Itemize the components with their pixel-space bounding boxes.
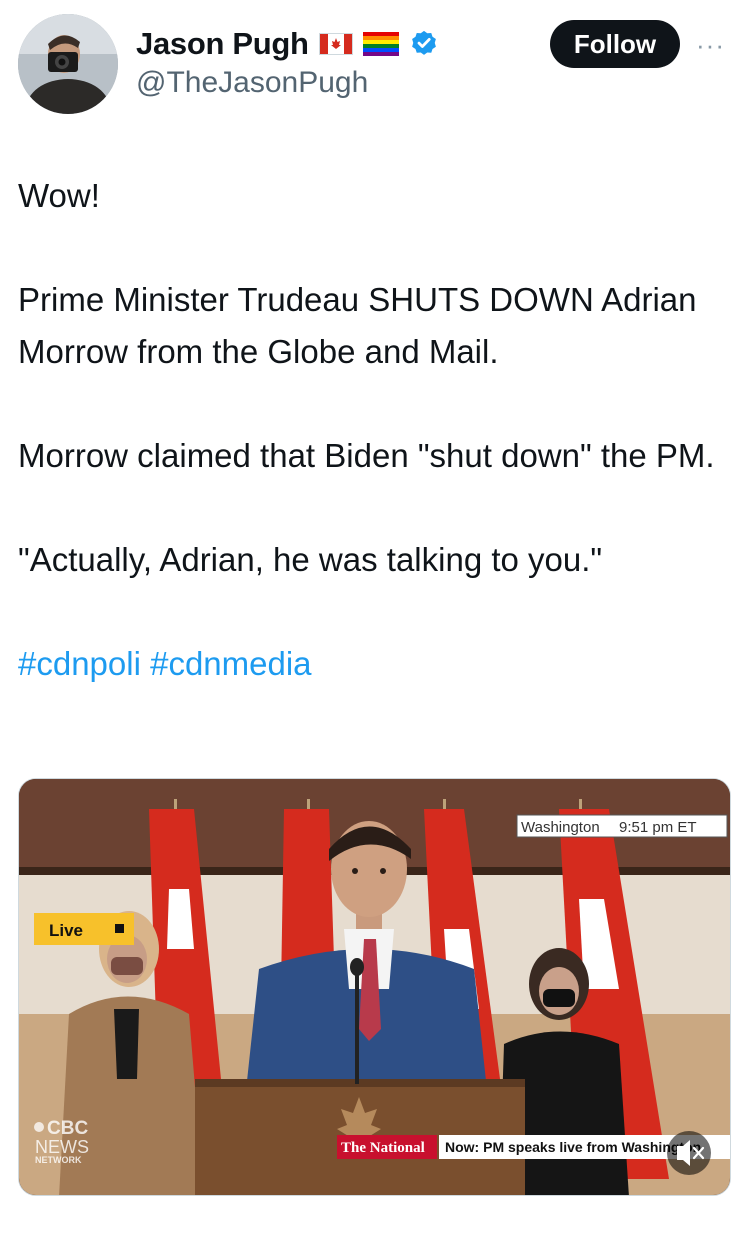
rainbow-flag-icon (362, 32, 399, 56)
tweet-paragraph: Wow! (18, 177, 100, 214)
tweet-paragraph: Morrow claimed that Biden "shut down" th… (18, 437, 715, 474)
live-square-icon (115, 924, 124, 933)
follow-button[interactable]: Follow (550, 20, 680, 68)
time-label: 9:51 pm ET (619, 819, 697, 836)
video-player[interactable]: Washington 9:51 pm ET Live CBC NEWS NETW… (18, 778, 731, 1196)
more-options-icon[interactable]: ··· (696, 30, 725, 61)
hashtags-link[interactable]: #cdnpoli #cdnmedia (18, 638, 728, 690)
avatar[interactable] (18, 14, 118, 114)
tweet-paragraph: "Actually, Adrian, he was talking to you… (18, 541, 603, 578)
network-logo-line2: NEWS (35, 1137, 89, 1157)
author-handle[interactable]: @TheJasonPugh (136, 66, 368, 100)
live-label: Live (49, 921, 83, 940)
program-name: The National (341, 1140, 425, 1156)
canada-flag-icon (318, 33, 353, 55)
ticker-text: Now: PM speaks live from Washington (445, 1139, 701, 1155)
tweet-paragraph: Prime Minister Trudeau SHUTS DOWN Adrian… (18, 281, 697, 370)
network-logo-line1: CBC (47, 1118, 88, 1139)
speaker-muted-icon[interactable] (667, 1131, 711, 1175)
location-label: Washington (521, 819, 600, 836)
tweet-text: Wow! Prime Minister Trudeau SHUTS DOWN A… (18, 170, 728, 690)
network-logo-line3: NETWORK (35, 1155, 82, 1165)
author-display-name[interactable]: Jason Pugh (136, 26, 309, 62)
verified-badge-icon (409, 29, 439, 59)
video-frame: Washington 9:51 pm ET Live CBC NEWS NETW… (19, 779, 730, 1195)
author-name-row: Jason Pugh (136, 24, 439, 64)
photographer-avatar-icon (18, 14, 118, 114)
cbc-news-network-logo (34, 1122, 44, 1132)
